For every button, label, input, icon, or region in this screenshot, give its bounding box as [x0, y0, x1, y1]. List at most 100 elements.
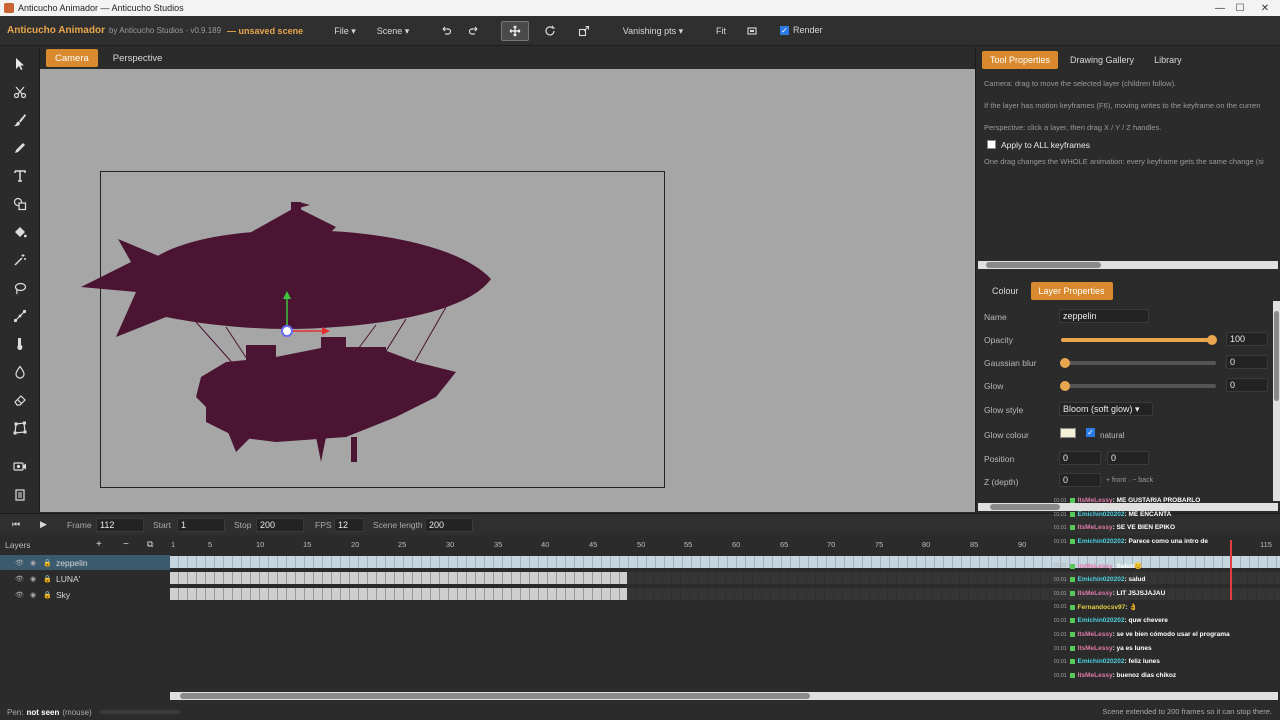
drop-icon: [15, 365, 25, 379]
ruler-tick: 55: [684, 540, 693, 549]
play-button[interactable]: ▶: [40, 519, 47, 530]
solo-icon[interactable]: ◉: [30, 559, 36, 567]
fill-tool[interactable]: [9, 221, 31, 243]
tab-layer-properties[interactable]: Layer Properties: [1030, 282, 1113, 300]
eye-icon[interactable]: 👁: [15, 575, 24, 583]
blur-knob[interactable]: [1060, 358, 1070, 368]
chat-message: 01:01 Emichin020202: feliz lunes: [1054, 658, 1160, 665]
scene-length-input[interactable]: 200: [425, 518, 473, 532]
blur-value[interactable]: 0: [1226, 355, 1268, 369]
layer-name-input[interactable]: zeppelin: [1059, 309, 1149, 323]
opacity-knob[interactable]: [1207, 335, 1217, 345]
path-tool[interactable]: [9, 305, 31, 327]
tab-tool-properties[interactable]: Tool Properties: [982, 51, 1059, 69]
brush-tool[interactable]: [9, 109, 31, 131]
tab-drawing-gallery[interactable]: Drawing Gallery: [1062, 51, 1142, 69]
select-tool[interactable]: [9, 53, 31, 75]
glow-colour-swatch[interactable]: [1060, 428, 1076, 438]
frame-input[interactable]: 112: [96, 518, 144, 532]
layer-row-zeppelin[interactable]: 👁 ◉ 🔒 zeppelin: [0, 555, 170, 570]
render-checkbox[interactable]: ✓: [780, 26, 789, 35]
z-depth-input[interactable]: 0: [1059, 473, 1101, 487]
ruler-tick: 5: [208, 540, 213, 549]
ruler-tick: 85: [970, 540, 979, 549]
tool-props-hscroll[interactable]: [978, 261, 1278, 269]
props-vscroll[interactable]: [1273, 301, 1280, 501]
lasso-tool[interactable]: [9, 277, 31, 299]
layer-row-sky[interactable]: 👁 ◉ 🔒 Sky: [0, 587, 170, 602]
solo-icon[interactable]: ◉: [30, 591, 36, 599]
glow-style-select[interactable]: Bloom (soft glow) ▾: [1059, 402, 1153, 416]
tab-colour[interactable]: Colour: [984, 282, 1027, 300]
skip-start-button[interactable]: ⏮: [12, 519, 20, 530]
canvas-viewport[interactable]: [40, 69, 975, 512]
shapes-tool[interactable]: [9, 193, 31, 215]
blur-slider[interactable]: [1061, 361, 1216, 365]
start-input[interactable]: 1: [177, 518, 225, 532]
app-subtitle: by Anticucho Studios · v0.9.189: [108, 26, 222, 35]
tab-library[interactable]: Library: [1146, 51, 1190, 69]
blur-tool[interactable]: [9, 361, 31, 383]
lock-icon[interactable]: 🔒: [43, 559, 52, 567]
tab-perspective[interactable]: Perspective: [104, 49, 172, 67]
position-y-input[interactable]: 0: [1107, 451, 1149, 465]
smudge-tool[interactable]: [9, 333, 31, 355]
camera-tool[interactable]: [9, 455, 31, 477]
ruler-tick: 10: [256, 540, 265, 549]
ruler-tick: 90: [1018, 540, 1027, 549]
safe-frame-button[interactable]: [741, 21, 763, 41]
eye-icon[interactable]: 👁: [15, 559, 24, 567]
scene-menu[interactable]: Scene ▾: [372, 21, 414, 41]
redo-button[interactable]: [463, 21, 485, 41]
ruler-tick: 1: [171, 540, 176, 549]
app-brand: Anticucho Animador: [7, 25, 105, 36]
add-layer-button[interactable]: +: [96, 539, 102, 550]
transform-gizmo[interactable]: [272, 287, 332, 337]
opacity-value[interactable]: 100: [1226, 332, 1268, 346]
track-luna[interactable]: [170, 572, 627, 584]
right-panel-tabs: Tool Properties Drawing Gallery Library: [982, 51, 1194, 69]
stream-chat-overlay: 01:01 ItsMeLessy: ME GUSTARIA PROBARLO 01…: [1050, 495, 1280, 705]
frame-label: Frame: [67, 520, 92, 530]
glow-knob[interactable]: [1060, 381, 1070, 391]
text-tool[interactable]: [9, 165, 31, 187]
duplicate-layer-icon[interactable]: ⧉: [147, 539, 153, 550]
onion-skin-tool[interactable]: [9, 484, 31, 506]
eraser-tool[interactable]: [9, 389, 31, 411]
undo-button[interactable]: [435, 21, 457, 41]
solo-icon[interactable]: ◉: [30, 575, 36, 583]
pencil-tool[interactable]: [9, 137, 31, 159]
natural-checkbox[interactable]: ✓: [1086, 428, 1095, 437]
apply-all-checkbox[interactable]: [987, 140, 996, 149]
position-x-input[interactable]: 0: [1059, 451, 1101, 465]
scene-length-label: Scene length: [373, 520, 423, 530]
close-button[interactable]: ✕: [1245, 0, 1280, 16]
transform-tool[interactable]: [9, 417, 31, 439]
rotate-tool-button[interactable]: [538, 21, 562, 41]
glow-slider[interactable]: [1061, 384, 1216, 388]
fit-button[interactable]: Fit: [707, 21, 735, 41]
stop-input[interactable]: 200: [256, 518, 304, 532]
vanishing-points-menu[interactable]: Vanishing pts ▾: [612, 21, 694, 41]
layer-row-luna[interactable]: 👁 ◉ 🔒 LUNA': [0, 571, 170, 586]
track-sky[interactable]: [170, 588, 627, 600]
wand-icon: [14, 254, 26, 266]
lock-icon[interactable]: 🔒: [43, 591, 52, 599]
fps-input[interactable]: 12: [334, 518, 364, 532]
eye-icon[interactable]: 👁: [15, 591, 24, 599]
chat-message: 01:01 Fernandocsv97: 👌: [1054, 603, 1138, 612]
tab-camera[interactable]: Camera: [46, 49, 98, 67]
scale-tool-button[interactable]: [572, 21, 596, 41]
cut-tool[interactable]: [9, 81, 31, 103]
name-label: Name: [984, 312, 1007, 322]
move-tool-button[interactable]: [501, 21, 529, 41]
file-menu[interactable]: File ▾: [330, 21, 360, 41]
glow-label: Glow: [984, 381, 1004, 391]
tool-help-line: If the layer has motion keyframes (F6), …: [984, 101, 1261, 110]
lock-icon[interactable]: 🔒: [43, 575, 52, 583]
glow-value[interactable]: 0: [1226, 378, 1268, 392]
remove-layer-button[interactable]: −: [123, 539, 129, 550]
apply-all-note: One drag changes the WHOLE animation: ev…: [984, 157, 1264, 166]
magic-wand-tool[interactable]: [9, 249, 31, 271]
rotate-icon: [545, 25, 555, 36]
